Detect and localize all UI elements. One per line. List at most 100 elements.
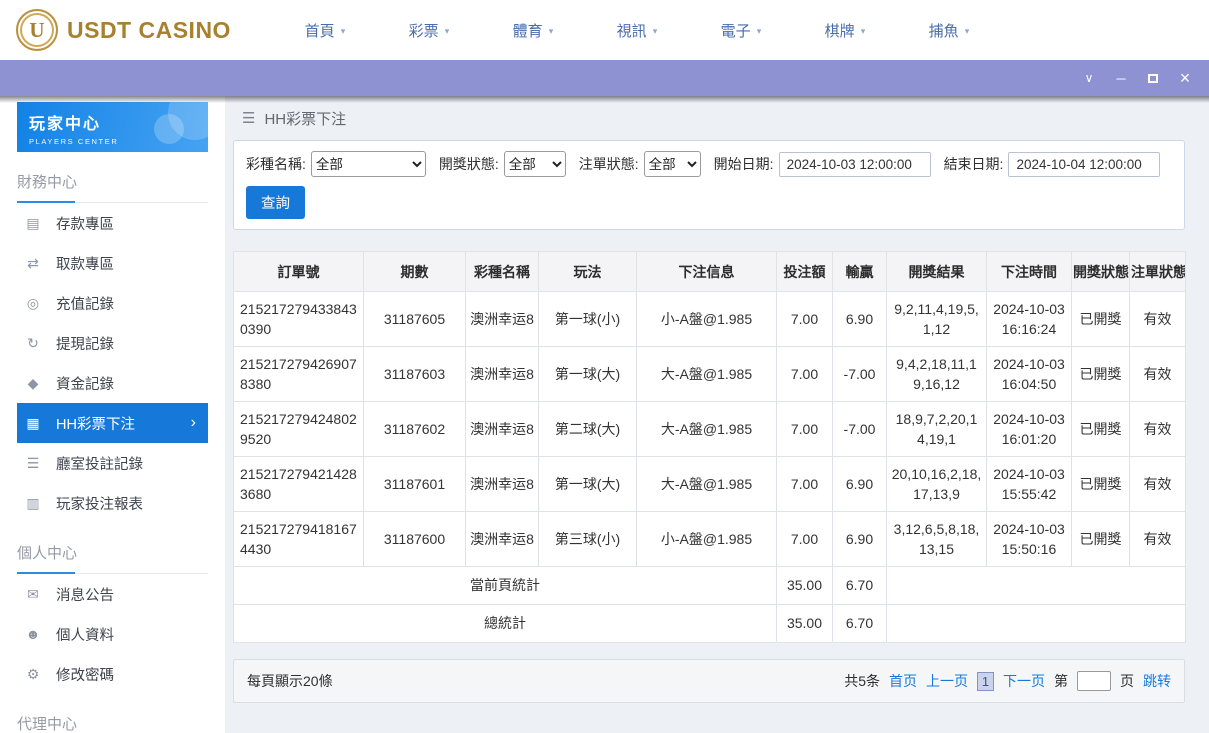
table-row: 2152172794248029520 31187602 澳洲幸运8 第二球(大… bbox=[234, 402, 1186, 457]
document-icon: ▦ bbox=[23, 415, 43, 432]
section-title-finance: 財務中心 bbox=[17, 163, 208, 203]
sidebar-item-player-bet-report[interactable]: ▥ 玩家投注報表 bbox=[17, 483, 208, 523]
cell-order-id: 2152172794338430390 bbox=[234, 292, 364, 347]
maximize-icon bbox=[1148, 74, 1158, 83]
nav-item-lottery[interactable]: 彩票 ▾ bbox=[377, 20, 481, 41]
maximize-button[interactable] bbox=[1137, 60, 1169, 96]
list-icon: ☰ bbox=[23, 455, 43, 472]
cell-play-type: 第一球(大) bbox=[539, 457, 637, 512]
cell-play-type: 第三球(小) bbox=[539, 512, 637, 567]
main-nav: 首頁 ▾ 彩票 ▾ 體育 ▾ 視訊 ▾ 電子 ▾ 棋牌 ▾ 捕魚 ▾ bbox=[273, 20, 1001, 41]
players-center-subtitle: PLAYERS CENTER bbox=[29, 137, 196, 146]
nav-label: 體育 bbox=[513, 20, 543, 41]
cell-lottery-name: 澳洲幸运8 bbox=[466, 457, 539, 512]
close-button[interactable]: × bbox=[1169, 60, 1201, 96]
cell-draw-status: 已開獎 bbox=[1072, 292, 1130, 347]
end-date-input[interactable] bbox=[1008, 152, 1160, 177]
cell-bet-time: 2024-10-03 15:55:42 bbox=[987, 457, 1072, 512]
col-header-order-status: 注單狀態 bbox=[1130, 252, 1186, 292]
hamburger-menu-icon[interactable]: ☰ bbox=[242, 109, 255, 127]
sidebar-item-label: 修改密碼 bbox=[56, 664, 114, 685]
search-button[interactable]: 查詢 bbox=[246, 186, 305, 219]
sidebar-item-label: 資金記錄 bbox=[56, 373, 114, 394]
col-header-play-type: 玩法 bbox=[539, 252, 637, 292]
deposit-icon: ▤ bbox=[23, 215, 43, 232]
sidebar-item-profile[interactable]: ☻ 個人資料 bbox=[17, 614, 208, 654]
sidebar-item-funds-record[interactable]: ◆ 資金記錄 bbox=[17, 363, 208, 403]
filter-group-draw-status: 開獎狀態: 全部 bbox=[439, 151, 566, 177]
cell-draw-status: 已開獎 bbox=[1072, 457, 1130, 512]
col-header-period: 期數 bbox=[364, 252, 466, 292]
logo-icon: U bbox=[16, 9, 58, 51]
sidebar-item-label: 存款專區 bbox=[56, 213, 114, 234]
bets-table: 訂單號 期數 彩種名稱 玩法 下注信息 投注額 輸贏 開獎結果 下注時間 開獎狀… bbox=[233, 251, 1186, 643]
cell-play-type: 第一球(小) bbox=[539, 292, 637, 347]
col-header-lottery-name: 彩種名稱 bbox=[466, 252, 539, 292]
table-row: 2152172794181674430 31187600 澳洲幸运8 第三球(小… bbox=[234, 512, 1186, 567]
close-icon: × bbox=[1180, 68, 1191, 89]
sidebar-item-hh-lottery-bets[interactable]: ▦ HH彩票下注 › bbox=[17, 403, 208, 443]
refresh-icon: ↻ bbox=[23, 335, 43, 352]
lottery-name-label: 彩種名稱: bbox=[246, 154, 306, 174]
cell-draw-status: 已開獎 bbox=[1072, 402, 1130, 457]
coin-icon: ◎ bbox=[23, 295, 43, 312]
current-page-indicator[interactable]: 1 bbox=[977, 672, 994, 691]
chevron-down-icon: ▾ bbox=[861, 24, 866, 37]
sidebar-item-hall-bet-record[interactable]: ☰ 廳室投註記錄 bbox=[17, 443, 208, 483]
cell-draw-result: 9,2,11,4,19,5,1,12 bbox=[887, 292, 987, 347]
draw-status-label: 開獎狀態: bbox=[439, 154, 499, 174]
sidebar-item-label: 充值記錄 bbox=[56, 293, 114, 314]
cell-bet-time: 2024-10-03 16:04:50 bbox=[987, 347, 1072, 402]
cell-order-id: 2152172794269078380 bbox=[234, 347, 364, 402]
nav-item-fishing[interactable]: 捕魚 ▾ bbox=[897, 20, 1001, 41]
cell-win-loss: 6.90 bbox=[833, 457, 887, 512]
grand-total-label: 總統計 bbox=[234, 605, 777, 643]
start-date-input[interactable] bbox=[779, 152, 931, 177]
nav-item-board-games[interactable]: 棋牌 ▾ bbox=[793, 20, 897, 41]
sidebar-item-announcements[interactable]: ✉ 消息公告 bbox=[17, 574, 208, 614]
page-jump-input[interactable] bbox=[1077, 671, 1111, 691]
nav-label: 電子 bbox=[721, 20, 751, 41]
nav-item-video[interactable]: 視訊 ▾ bbox=[585, 20, 689, 41]
cell-bet-info: 大-A盤@1.985 bbox=[637, 457, 777, 512]
sidebar-item-recharge-record[interactable]: ◎ 充值記錄 bbox=[17, 283, 208, 323]
sidebar-item-change-password[interactable]: ⚙ 修改密碼 bbox=[17, 654, 208, 694]
cell-lottery-name: 澳洲幸运8 bbox=[466, 347, 539, 402]
jump-button[interactable]: 跳转 bbox=[1143, 671, 1171, 691]
first-page-link[interactable]: 首页 bbox=[889, 671, 917, 691]
withdraw-icon: ⇄ bbox=[23, 255, 43, 272]
cell-period: 31187601 bbox=[364, 457, 466, 512]
cell-bet-info: 大-A盤@1.985 bbox=[637, 347, 777, 402]
col-header-bet-time: 下注時間 bbox=[987, 252, 1072, 292]
window-title-bar: ∨ ─ × bbox=[0, 60, 1209, 96]
minimize-button[interactable]: ─ bbox=[1105, 60, 1137, 96]
order-status-select[interactable]: 全部 bbox=[644, 151, 701, 177]
next-page-link[interactable]: 下一页 bbox=[1003, 671, 1045, 691]
col-header-order-id: 訂單號 bbox=[234, 252, 364, 292]
end-date-label: 結束日期: bbox=[944, 154, 1004, 174]
cell-period: 31187605 bbox=[364, 292, 466, 347]
logo[interactable]: U USDT CASINO bbox=[16, 9, 231, 51]
lottery-name-select[interactable]: 全部 bbox=[311, 151, 426, 177]
chevron-down-icon: ▾ bbox=[757, 24, 762, 37]
nav-item-sports[interactable]: 體育 ▾ bbox=[481, 20, 585, 41]
nav-item-slots[interactable]: 電子 ▾ bbox=[689, 20, 793, 41]
cell-bet-info: 小-A盤@1.985 bbox=[637, 292, 777, 347]
draw-status-select[interactable]: 全部 bbox=[504, 151, 566, 177]
sidebar-item-label: 廳室投註記錄 bbox=[56, 453, 143, 474]
sidebar-item-withdrawal-record[interactable]: ↻ 提現記錄 bbox=[17, 323, 208, 363]
cell-bet-time: 2024-10-03 16:16:24 bbox=[987, 292, 1072, 347]
sidebar-item-deposit[interactable]: ▤ 存款專區 bbox=[17, 203, 208, 243]
section-title-agent: 代理中心 bbox=[17, 705, 208, 733]
cell-draw-result: 9,4,2,18,11,19,16,12 bbox=[887, 347, 987, 402]
sidebar-item-withdraw[interactable]: ⇄ 取款專區 bbox=[17, 243, 208, 283]
start-date-label: 開始日期: bbox=[714, 154, 774, 174]
nav-item-home[interactable]: 首頁 ▾ bbox=[273, 20, 377, 41]
order-status-label: 注單狀態: bbox=[579, 154, 639, 174]
chevron-down-icon: ▾ bbox=[653, 24, 658, 37]
collapse-button[interactable]: ∨ bbox=[1073, 60, 1105, 96]
sidebar-item-label: 消息公告 bbox=[56, 584, 114, 605]
col-header-bet-info: 下注信息 bbox=[637, 252, 777, 292]
prev-page-link[interactable]: 上一页 bbox=[926, 671, 968, 691]
grand-total-empty bbox=[887, 605, 1186, 643]
